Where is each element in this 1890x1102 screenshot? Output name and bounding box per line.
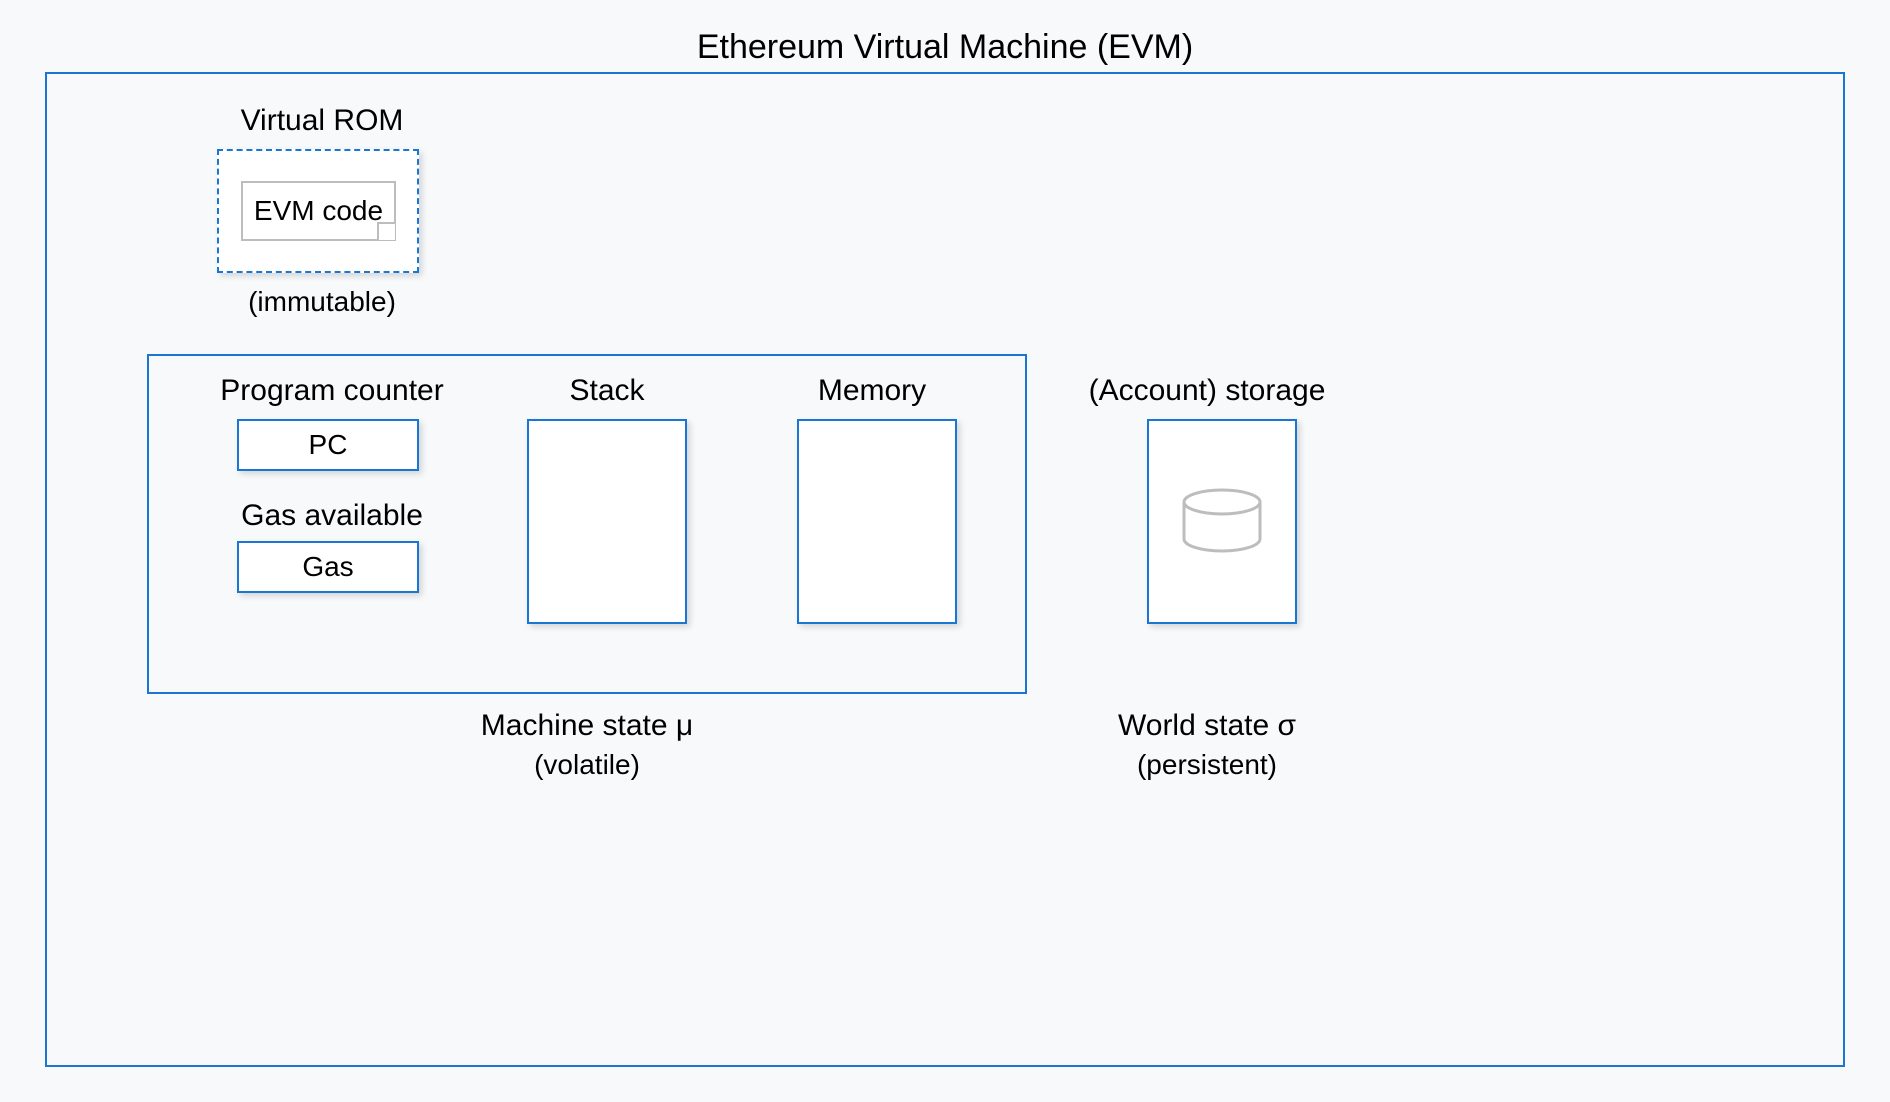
account-storage-label: (Account) storage xyxy=(1067,374,1347,408)
memory-label: Memory xyxy=(787,374,957,408)
stack-label: Stack xyxy=(527,374,687,408)
machine-state-note: (volatile) xyxy=(147,749,1027,781)
evm-code-box: EVM code xyxy=(241,181,396,241)
world-state-text: World state σ xyxy=(1118,709,1296,742)
evm-code-label: EVM code xyxy=(254,195,383,227)
program-counter-label: Program counter xyxy=(197,374,467,408)
database-icon xyxy=(1177,487,1267,557)
page-fold-icon xyxy=(377,222,395,240)
evm-outer-box: Virtual ROM EVM code (immutable) Program… xyxy=(45,72,1845,1067)
stack-box xyxy=(527,419,687,624)
gas-available-label: Gas available xyxy=(197,499,467,533)
account-storage-box xyxy=(1147,419,1297,624)
virtual-rom-label: Virtual ROM xyxy=(222,104,422,138)
machine-state-text: Machine state μ xyxy=(481,709,693,742)
machine-state-label: Machine state μ xyxy=(147,709,1027,743)
gas-box: Gas xyxy=(237,541,419,593)
world-state-note: (persistent) xyxy=(1067,749,1347,781)
pc-box: PC xyxy=(237,419,419,471)
world-state-label: World state σ xyxy=(1067,709,1347,743)
virtual-rom-note: (immutable) xyxy=(222,286,422,318)
virtual-rom-box: EVM code xyxy=(217,149,419,273)
memory-box xyxy=(797,419,957,624)
diagram-title: Ethereum Virtual Machine (EVM) xyxy=(0,28,1890,67)
